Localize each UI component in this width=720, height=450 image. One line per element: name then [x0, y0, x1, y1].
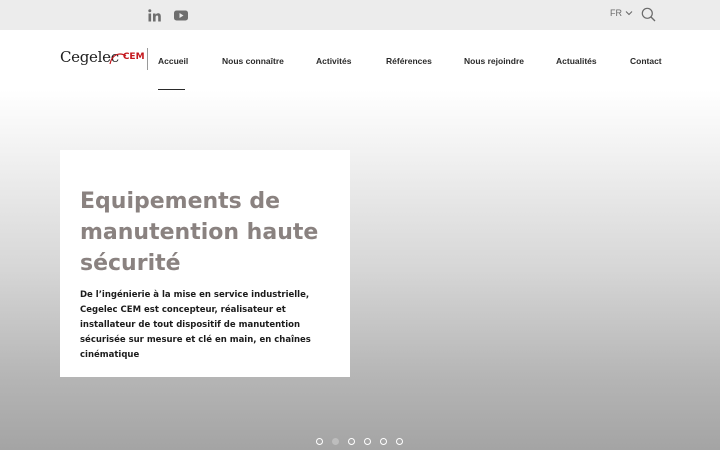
nav-divider [147, 48, 148, 70]
nav-item-activites[interactable]: Activités [316, 56, 351, 66]
nav-item-accueil[interactable]: Accueil [158, 56, 188, 66]
slider-dot-active[interactable] [332, 438, 339, 445]
slider-dot[interactable] [348, 438, 355, 445]
hero-card: Equipements de manutention haute sécurit… [60, 150, 350, 377]
nav-item-references[interactable]: Références [386, 56, 432, 66]
search-icon[interactable] [641, 7, 657, 23]
language-selector[interactable]: FR [610, 8, 633, 18]
slider-dot[interactable] [364, 438, 371, 445]
youtube-icon[interactable] [173, 7, 189, 23]
top-bar: FR [0, 0, 720, 30]
logo-swoosh-icon [109, 53, 127, 65]
slider-dot[interactable] [396, 438, 403, 445]
linkedin-icon[interactable] [146, 7, 162, 23]
nav-item-nous-connaitre[interactable]: Nous connaître [222, 56, 284, 66]
nav-item-nous-rejoindre[interactable]: Nous rejoindre [464, 56, 524, 66]
chevron-down-icon [625, 11, 633, 16]
nav-item-contact[interactable]: Contact [630, 56, 662, 66]
slider-dot[interactable] [316, 438, 323, 445]
hero-description: De l’ingénierie à la mise en service ind… [80, 290, 311, 360]
language-label: FR [610, 8, 622, 18]
slider-pagination [316, 438, 403, 445]
main-navbar: Cegelec CEM Accueil Nous connaître Activ… [0, 30, 720, 90]
slider-dot[interactable] [380, 438, 387, 445]
nav-item-actualites[interactable]: Actualités [556, 56, 597, 66]
hero-title: Equipements de manutention haute sécurit… [80, 189, 319, 276]
